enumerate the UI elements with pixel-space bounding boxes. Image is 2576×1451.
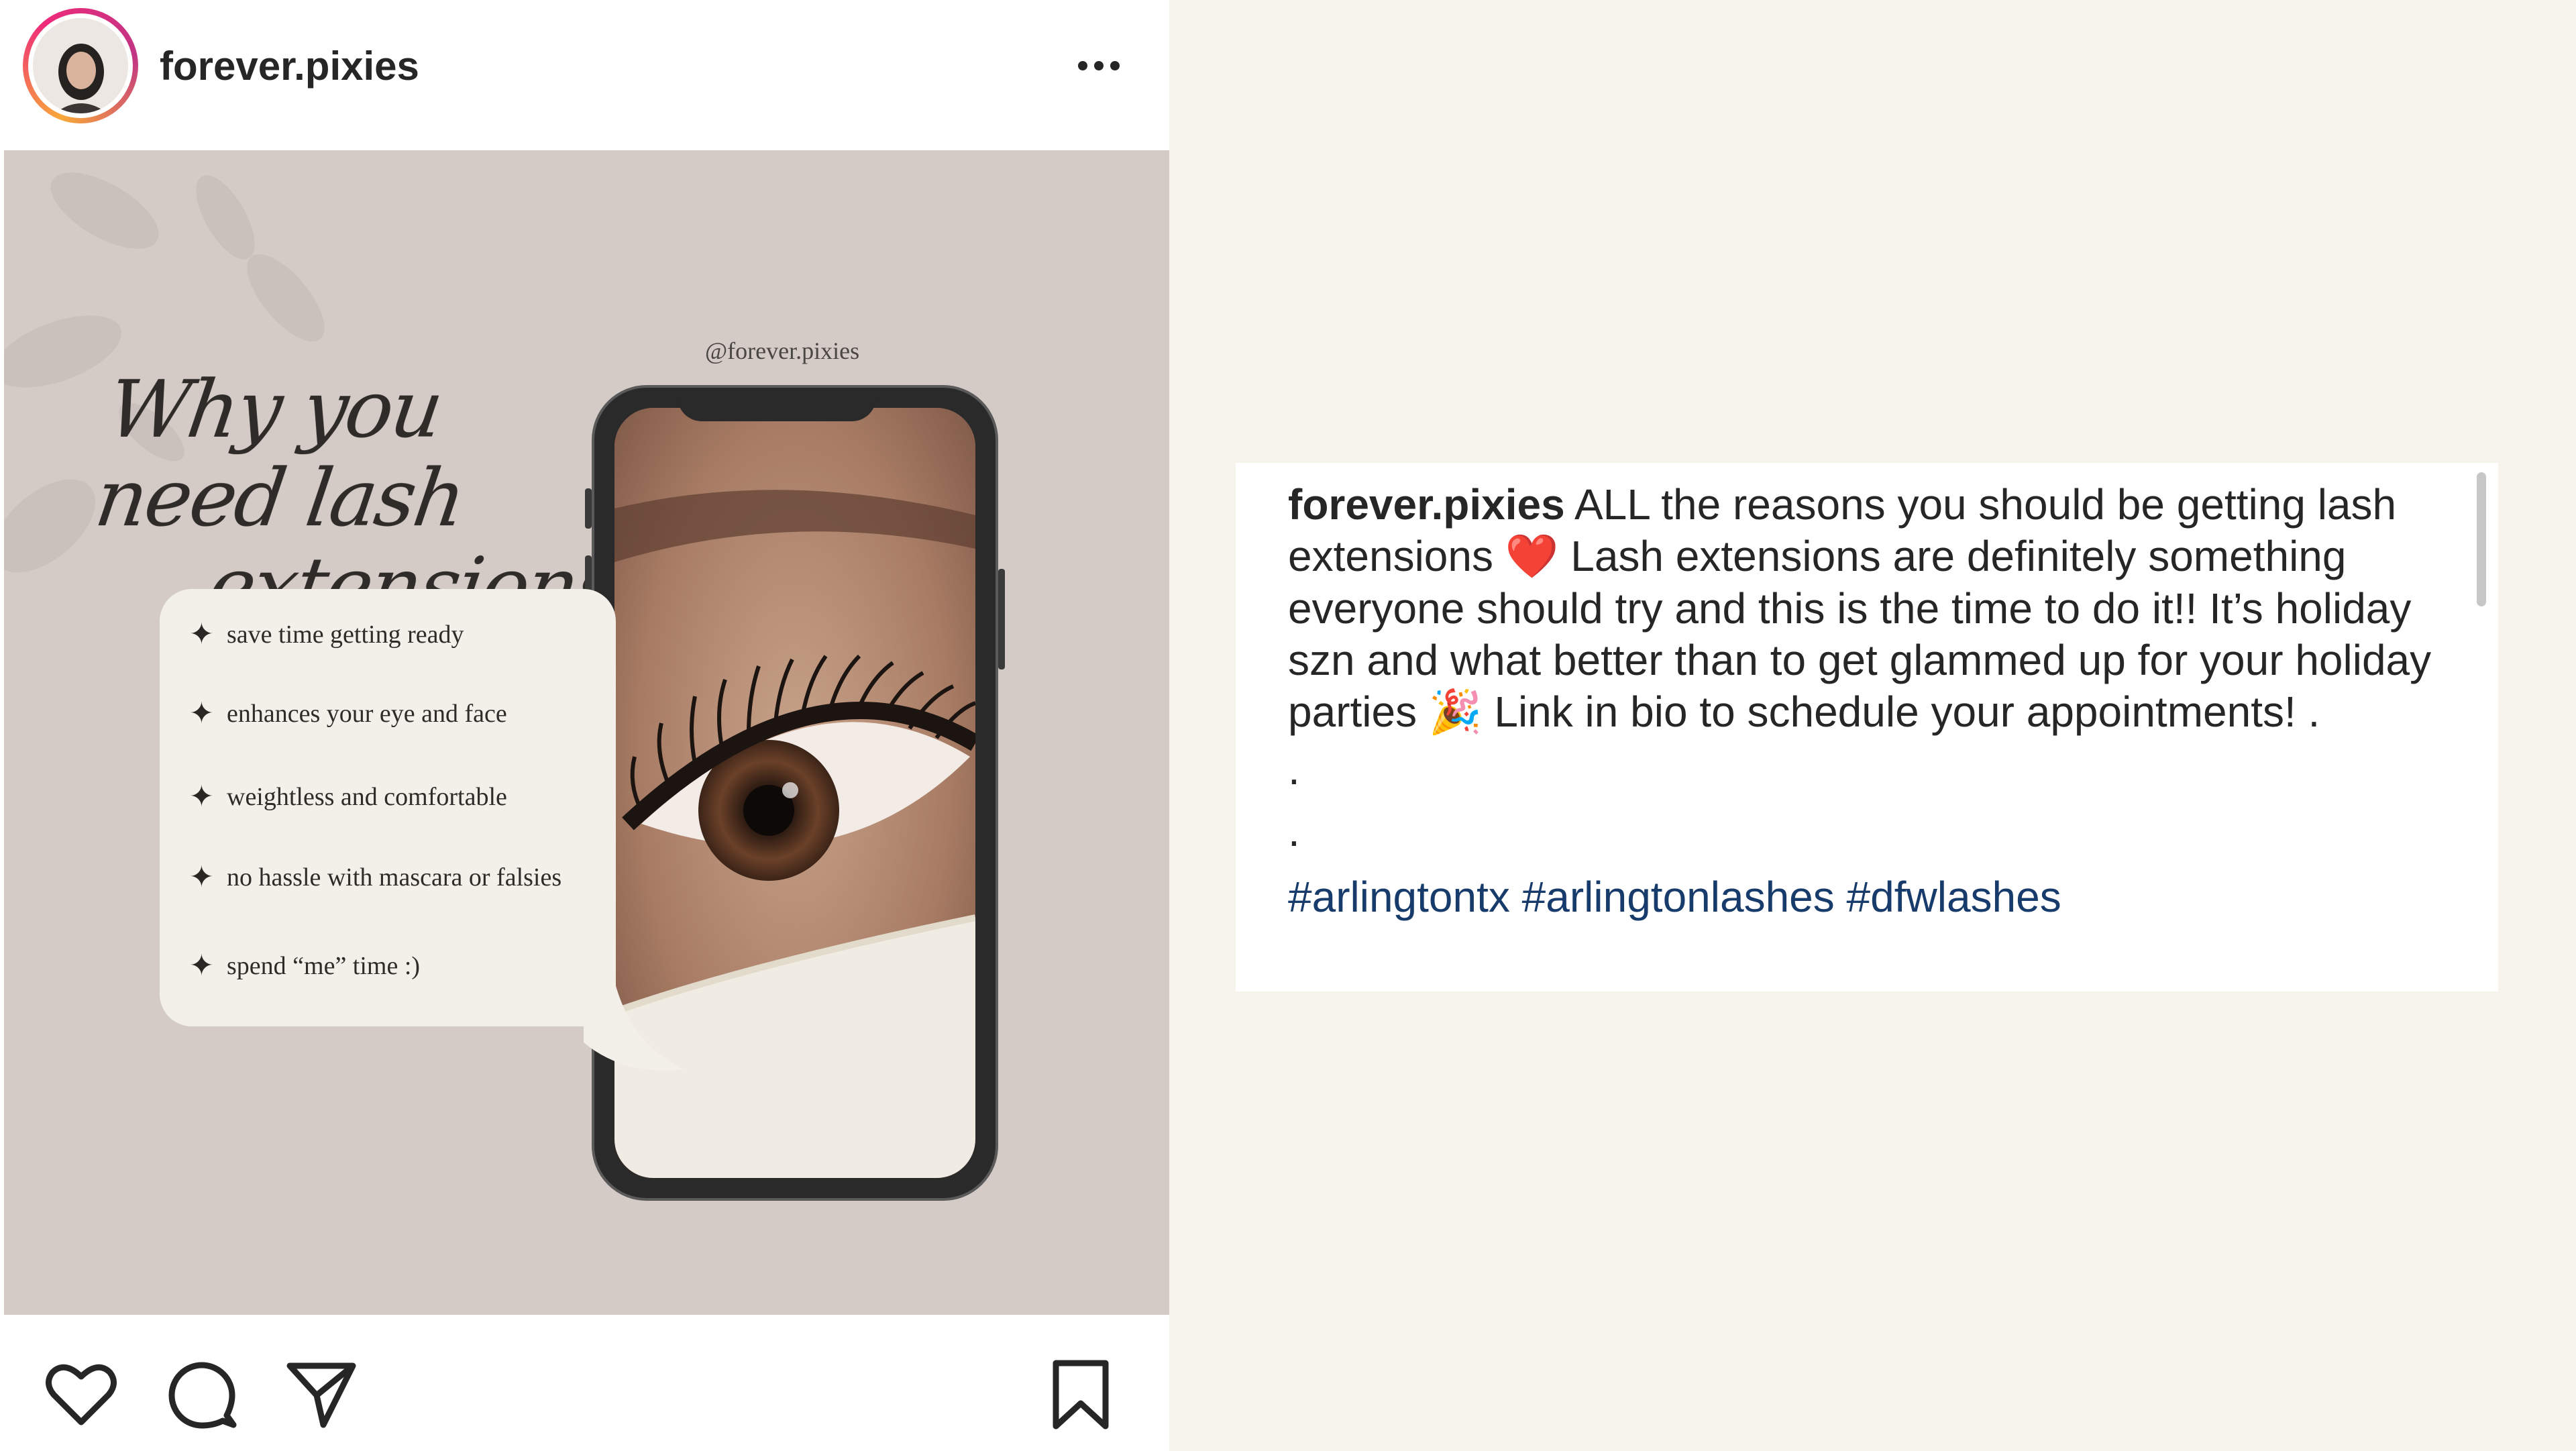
phone-notch — [678, 388, 876, 421]
heart-icon[interactable] — [44, 1358, 118, 1432]
caption-dot: . — [1288, 745, 1300, 794]
image-title-line1: Why you need lash — [90, 363, 470, 544]
avatar-portrait — [33, 18, 128, 113]
post-image[interactable]: @forever.pixies Why you need lash extens… — [4, 150, 1169, 1315]
bookmark-icon[interactable] — [1044, 1358, 1118, 1432]
sparkle-icon: ✦ — [189, 697, 214, 730]
benefit-item: ✦ save time getting ready — [189, 618, 464, 651]
caption-text: forever.pixies ALL the reasons you shoul… — [1288, 479, 2438, 739]
hashtag-list: #arlingtontx #arlingtonlashes #dfwlashes — [1288, 870, 2438, 924]
post-username[interactable]: forever.pixies — [160, 43, 419, 89]
sparkle-icon: ✦ — [189, 618, 214, 651]
post-header: forever.pixies — [0, 0, 1169, 131]
caption-username[interactable]: forever.pixies — [1288, 480, 1565, 529]
instagram-post: forever.pixies @forever.pixies Why you n… — [0, 0, 1169, 1451]
benefit-item: ✦ enhances your eye and face — [189, 697, 507, 730]
benefit-item: ✦ spend “me” time :) — [189, 949, 421, 982]
hashtag-link[interactable]: #arlingtontx — [1288, 873, 1510, 921]
party-popper-emoji-icon: 🎉 — [1428, 688, 1483, 737]
post-action-bar — [0, 1315, 1169, 1451]
caption-dot: . — [1288, 807, 1300, 855]
sparkle-icon: ✦ — [189, 780, 214, 813]
benefits-bubble: ✦ save time getting ready ✦ enhances you… — [160, 589, 616, 1026]
benefit-item: ✦ weightless and comfortable — [189, 780, 507, 813]
phone-mockup — [585, 385, 1005, 1201]
hashtag-link[interactable]: #dfwlashes — [1847, 873, 2061, 921]
avatar[interactable] — [28, 13, 133, 118]
story-ring[interactable] — [23, 8, 138, 123]
image-handle: @forever.pixies — [705, 337, 860, 364]
caption-text-part3: Link in bio to schedule your appointment… — [1494, 688, 2320, 736]
caption-scrollbar[interactable] — [2477, 472, 2486, 606]
benefit-item: ✦ no hassle with mascara or falsies — [189, 861, 562, 894]
sparkle-icon: ✦ — [189, 861, 214, 894]
hashtag-link[interactable]: #arlingtonlashes — [1522, 873, 1835, 921]
send-icon[interactable] — [284, 1358, 358, 1432]
heart-emoji-icon: ❤️ — [1505, 532, 1559, 582]
more-options-icon[interactable] — [1069, 46, 1129, 86]
sparkle-icon: ✦ — [189, 949, 214, 982]
comment-icon[interactable] — [165, 1358, 239, 1432]
caption-panel: forever.pixies ALL the reasons you shoul… — [1236, 463, 2498, 991]
